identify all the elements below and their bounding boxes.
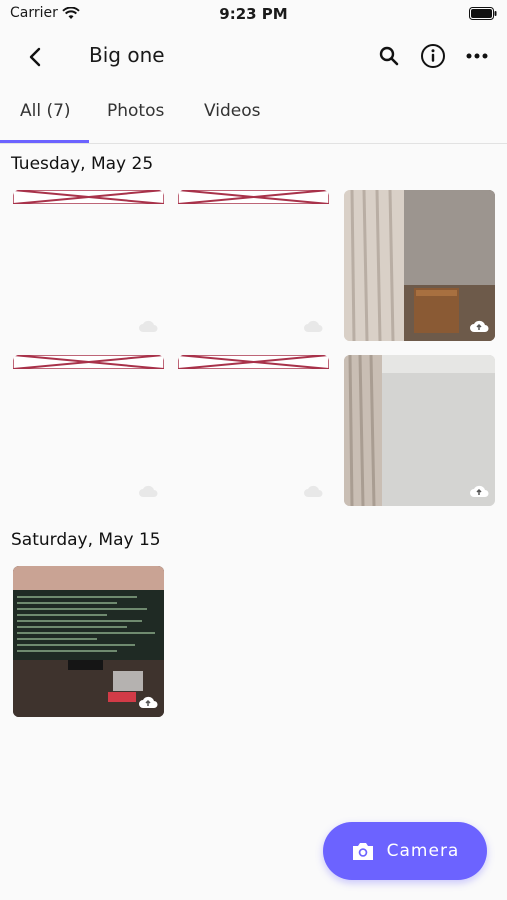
- cloud-upload-icon: [139, 485, 158, 497]
- camera-button-label: Camera: [386, 841, 460, 861]
- search-icon: [379, 46, 399, 66]
- media-tile[interactable]: [13, 355, 164, 506]
- broken-image-banner: [13, 355, 164, 369]
- media-tile[interactable]: [178, 355, 329, 506]
- more-icon: [466, 53, 488, 59]
- clock: 9:23 PM: [219, 5, 288, 23]
- cloud-upload-icon: [470, 320, 489, 332]
- media-tile[interactable]: [178, 190, 329, 341]
- media-tile-photo[interactable]: [13, 566, 164, 717]
- tab-indicator: [0, 140, 89, 143]
- media-tile-photo[interactable]: [344, 190, 495, 341]
- tab-all[interactable]: All (7): [20, 101, 71, 121]
- cloud-upload-icon: [470, 485, 489, 497]
- broken-image-banner: [178, 355, 329, 369]
- status-bar: Carrier 9:23 PM: [0, 0, 507, 28]
- back-button[interactable]: [20, 42, 50, 72]
- media-tile[interactable]: [13, 190, 164, 341]
- info-icon: [421, 44, 445, 68]
- battery-icon: [469, 7, 497, 20]
- camera-button[interactable]: Camera: [323, 822, 487, 880]
- tab-videos[interactable]: Videos: [204, 101, 261, 121]
- media-tile-photo[interactable]: [344, 355, 495, 506]
- broken-image-banner: [178, 190, 329, 204]
- page-title: Big one: [89, 43, 165, 67]
- section-date-header: Tuesday, May 25: [11, 154, 154, 174]
- back-icon: [29, 47, 41, 67]
- camera-icon: [352, 843, 373, 860]
- cloud-upload-icon: [304, 320, 323, 332]
- more-button[interactable]: [462, 41, 492, 71]
- tab-photos[interactable]: Photos: [107, 101, 164, 121]
- app-bar: Big one: [0, 30, 507, 82]
- section-date-header: Saturday, May 15: [11, 530, 161, 550]
- tab-bar: All (7) Photos Videos: [0, 90, 507, 144]
- broken-image-banner: [13, 190, 164, 204]
- info-button[interactable]: [418, 41, 448, 71]
- search-button[interactable]: [374, 41, 404, 71]
- cloud-upload-icon: [304, 485, 323, 497]
- cloud-upload-icon: [139, 320, 158, 332]
- cloud-upload-icon: [139, 696, 158, 708]
